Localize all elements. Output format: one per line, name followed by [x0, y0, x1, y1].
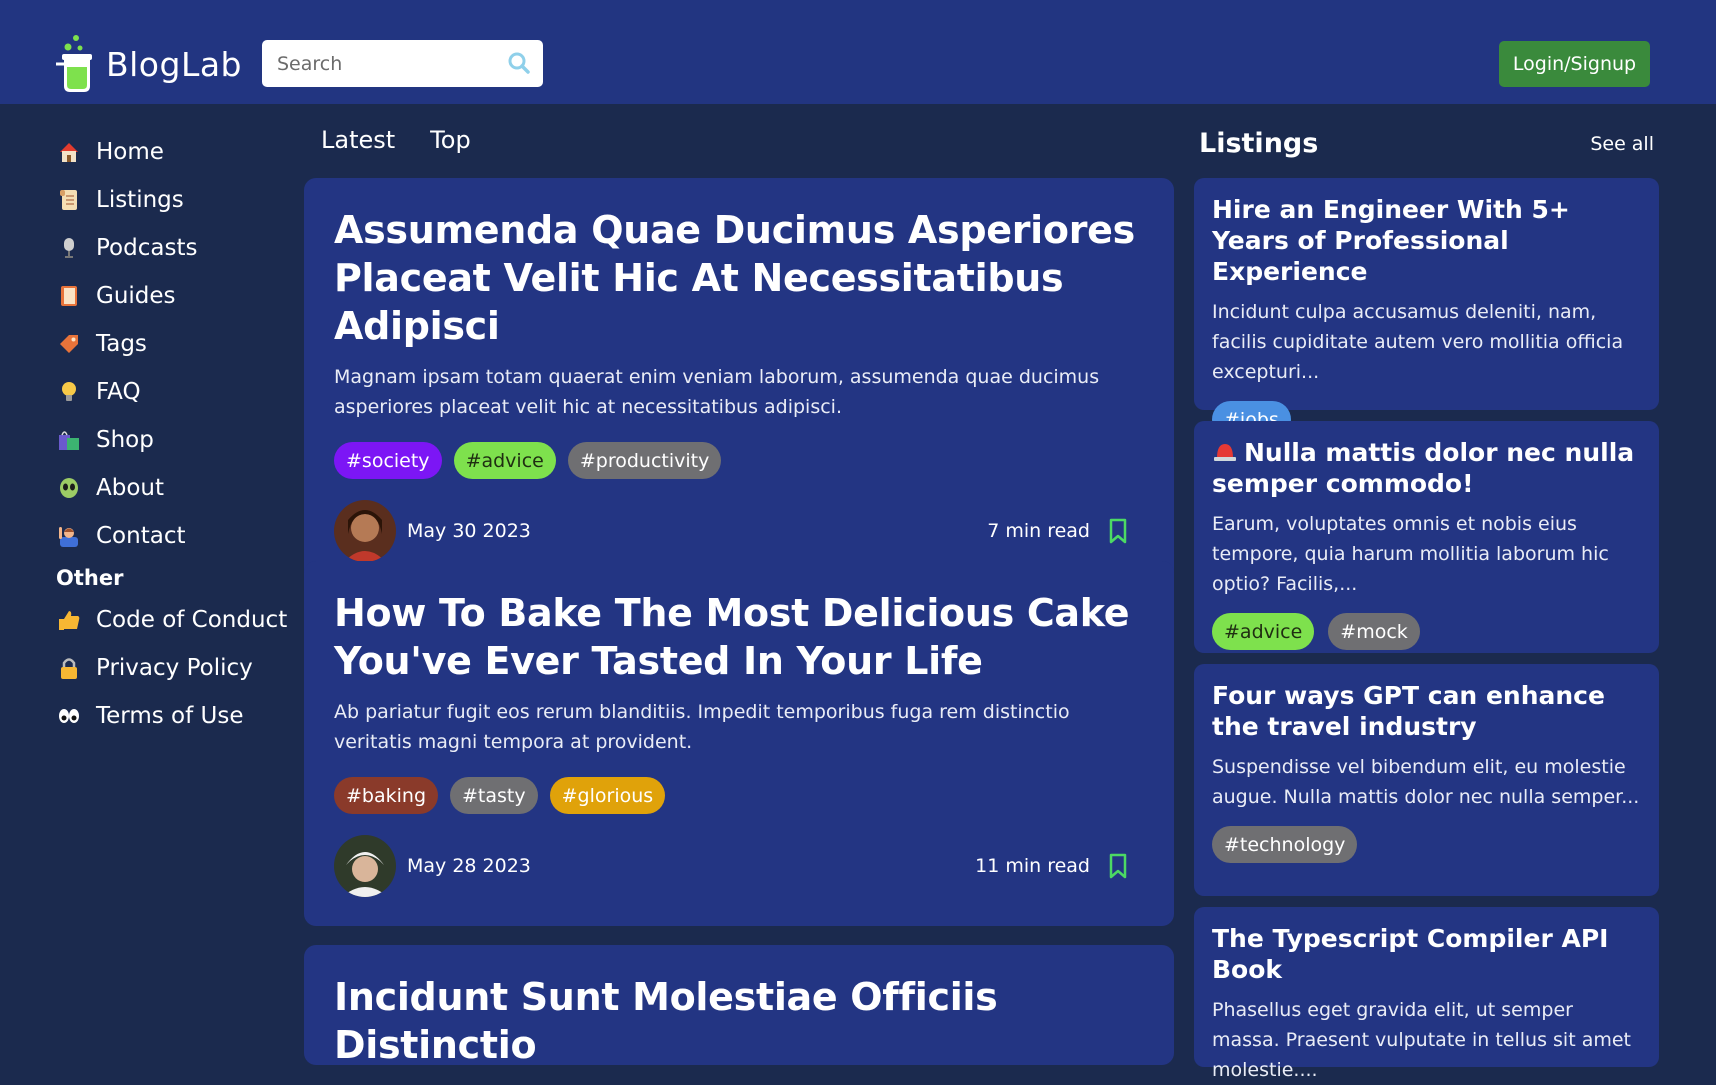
post-tags: #society #advice #productivity — [334, 442, 1144, 479]
read-time: 11 min read — [975, 855, 1090, 877]
lightbulb-icon — [56, 379, 82, 405]
post-card[interactable]: How To Bake The Most Delicious Cake You'… — [304, 561, 1174, 926]
read-time: 7 min read — [987, 520, 1090, 542]
tag-glorious[interactable]: #glorious — [549, 777, 666, 814]
listing-title[interactable]: Four ways GPT can enhance the travel ind… — [1212, 680, 1641, 742]
sidebar-item-label: Tags — [96, 331, 147, 357]
sidebar-item-label: Guides — [96, 283, 176, 309]
listing-body: Incidunt culpa accusamus deleniti, nam, … — [1212, 301, 1624, 383]
sidebar-item-shop[interactable]: Shop — [56, 416, 296, 464]
other-heading: Other — [56, 566, 124, 590]
tag-productivity[interactable]: #productivity — [567, 442, 722, 479]
listing-card[interactable]: Hire an Engineer With 5+ Years of Profes… — [1194, 178, 1659, 438]
top-bar: BlogLab Login/Signup — [0, 0, 1716, 104]
sidebar-nav: Home Listings Podcasts Guides Tags FAQ S… — [56, 128, 296, 740]
post-title[interactable]: Incidunt Sunt Molestiae Officiis Distinc… — [334, 973, 1144, 1069]
author-avatar[interactable] — [334, 835, 396, 897]
see-all-link[interactable]: See all — [1590, 133, 1654, 155]
listing-body: Suspendisse vel bibendum elit, eu molest… — [1212, 756, 1640, 808]
sidebar-item-label: Contact — [96, 523, 186, 549]
sidebar-item-label: FAQ — [96, 379, 141, 405]
sidebar-item-label: Shop — [96, 427, 154, 453]
sidebar-item-about[interactable]: About — [56, 464, 296, 512]
search-input[interactable] — [262, 52, 492, 75]
sidebar-item-label: Home — [96, 139, 164, 165]
alien-icon — [56, 475, 82, 501]
house-icon — [56, 139, 82, 165]
book-icon — [56, 283, 82, 309]
sidebar-item-label: Code of Conduct — [96, 607, 288, 633]
post-footer: May 30 2023 7 min read — [334, 499, 1144, 563]
shopping-bags-icon — [56, 427, 82, 453]
listing-card[interactable]: Nulla mattis dolor nec nulla semper comm… — [1194, 421, 1659, 653]
post-date: May 30 2023 — [407, 520, 531, 542]
logo[interactable]: BlogLab — [54, 34, 242, 94]
listing-card[interactable]: The Typescript Compiler API Book Phasell… — [1194, 907, 1659, 1081]
sidebar-item-privacy-policy[interactable]: Privacy Policy — [56, 644, 296, 692]
sidebar-item-guides[interactable]: Guides — [56, 272, 296, 320]
tab-top[interactable]: Top — [430, 126, 471, 154]
listing-tags: #technology — [1212, 826, 1641, 863]
search-box[interactable] — [262, 40, 543, 87]
sidebar-item-label: About — [96, 475, 165, 501]
scroll-icon — [56, 187, 82, 213]
post-footer: May 28 2023 11 min read — [334, 834, 1144, 898]
post-excerpt: Magnam ipsam totam quaerat enim veniam l… — [334, 366, 1100, 418]
sidebar-item-listings[interactable]: Listings — [56, 176, 296, 224]
post-card[interactable]: Assumenda Quae Ducimus Asperiores Placea… — [304, 178, 1174, 591]
listing-title[interactable]: Nulla mattis dolor nec nulla semper comm… — [1212, 437, 1641, 499]
sidebar-item-label: Terms of Use — [96, 703, 244, 729]
sidebar-item-label: Listings — [96, 187, 184, 213]
listing-title-text: Nulla mattis dolor nec nulla semper comm… — [1212, 438, 1635, 498]
listing-card[interactable]: Four ways GPT can enhance the travel ind… — [1194, 664, 1659, 896]
sidebar-item-label: Privacy Policy — [96, 655, 253, 681]
flask-logo-icon — [56, 35, 92, 92]
tag-advice[interactable]: #advice — [453, 442, 556, 479]
login-signup-button[interactable]: Login/Signup — [1499, 41, 1650, 87]
post-title[interactable]: Assumenda Quae Ducimus Asperiores Placea… — [334, 206, 1144, 350]
listing-body: Earum, voluptates omnis et nobis eius te… — [1212, 513, 1609, 595]
person-raising-hand-icon — [56, 523, 82, 549]
siren-icon — [1214, 444, 1236, 461]
sidebar-item-code-of-conduct[interactable]: Code of Conduct — [56, 596, 296, 644]
tag-mock[interactable]: #mock — [1328, 613, 1420, 650]
bookmark-icon[interactable] — [1104, 517, 1132, 545]
search-icon[interactable] — [508, 52, 530, 74]
post-title[interactable]: How To Bake The Most Delicious Cake You'… — [334, 589, 1144, 685]
bookmark-icon[interactable] — [1104, 852, 1132, 880]
thumbs-up-icon — [56, 607, 82, 633]
lock-icon — [56, 655, 82, 681]
tag-tasty[interactable]: #tasty — [450, 777, 538, 814]
listing-body: Phasellus eget gravida elit, ut semper m… — [1212, 999, 1631, 1081]
eyes-icon — [56, 703, 82, 729]
author-avatar[interactable] — [334, 500, 396, 562]
sidebar-item-tags[interactable]: Tags — [56, 320, 296, 368]
post-date: May 28 2023 — [407, 855, 531, 877]
sidebar-item-contact[interactable]: Contact — [56, 512, 296, 560]
post-card[interactable]: Incidunt Sunt Molestiae Officiis Distinc… — [304, 945, 1174, 1067]
tab-latest[interactable]: Latest — [321, 126, 395, 154]
post-tags: #baking #tasty #glorious — [334, 777, 1144, 814]
tag-baking[interactable]: #baking — [334, 777, 439, 814]
sidebar-item-faq[interactable]: FAQ — [56, 368, 296, 416]
microphone-icon — [56, 235, 82, 261]
sidebar-item-podcasts[interactable]: Podcasts — [56, 224, 296, 272]
sidebar-item-label: Podcasts — [96, 235, 198, 261]
logo-text: BlogLab — [106, 44, 242, 84]
listing-title[interactable]: The Typescript Compiler API Book — [1212, 923, 1641, 985]
post-excerpt: Ab pariatur fugit eos rerum blanditiis. … — [334, 701, 1070, 753]
listing-tags: #advice #mock — [1212, 613, 1641, 650]
tag-technology[interactable]: #technology — [1212, 826, 1358, 863]
tag-advice[interactable]: #advice — [1212, 613, 1315, 650]
tag-society[interactable]: #society — [334, 442, 442, 479]
listing-title[interactable]: Hire an Engineer With 5+ Years of Profes… — [1212, 194, 1641, 287]
listings-header: Listings See all — [1199, 128, 1654, 159]
feed-tabs: Latest Top — [321, 126, 471, 154]
listings-heading: Listings — [1199, 128, 1319, 159]
sidebar-item-terms-of-use[interactable]: Terms of Use — [56, 692, 296, 740]
sidebar-item-home[interactable]: Home — [56, 128, 296, 176]
tag-icon — [56, 331, 82, 357]
